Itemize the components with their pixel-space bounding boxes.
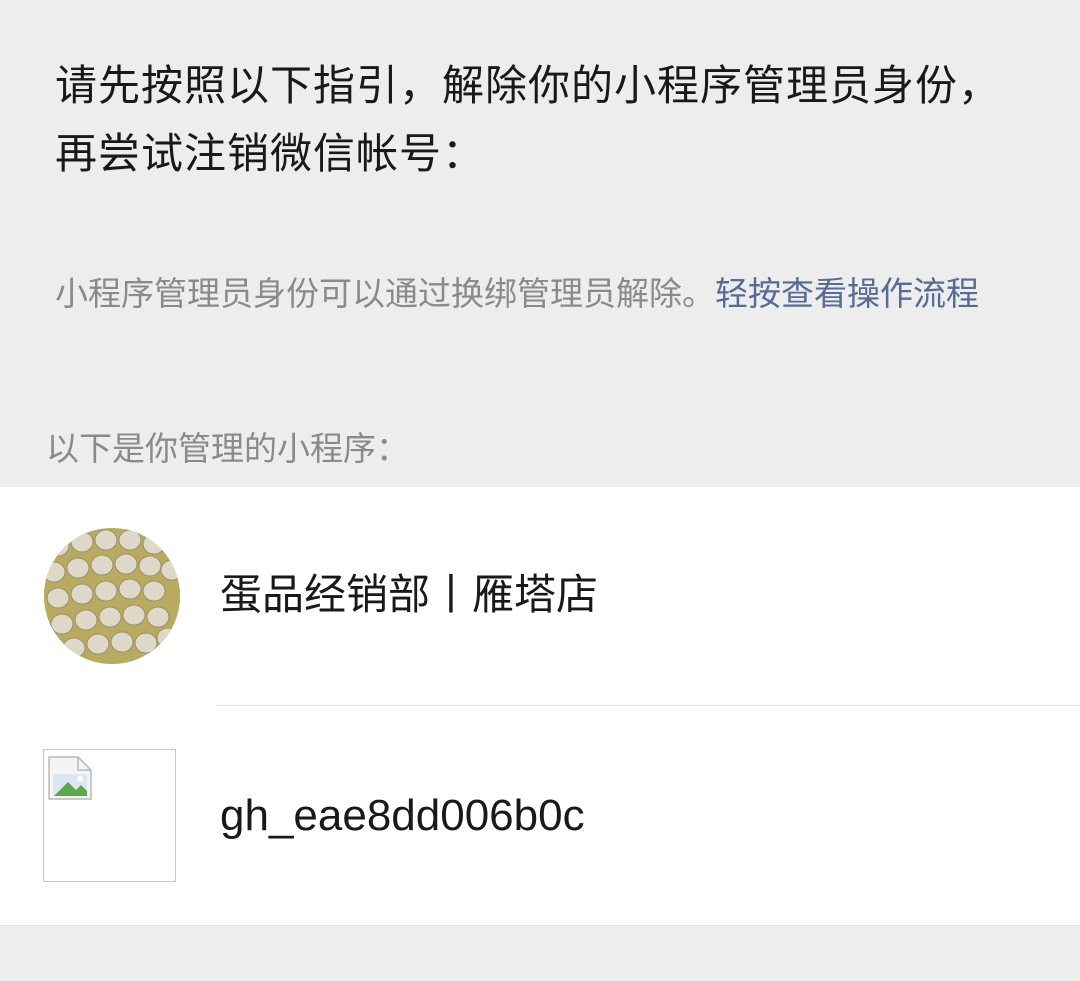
instruction-text: 请先按照以下指引，解除你的小程序管理员身份，再尝试注销微信帐号： bbox=[55, 61, 1002, 178]
mini-program-list: 蛋品经销部丨雁塔店 gh_eae8dd006b0c bbox=[0, 487, 1080, 925]
eggs-avatar-icon bbox=[44, 528, 180, 664]
list-item[interactable]: 蛋品经销部丨雁塔店 bbox=[0, 487, 1080, 706]
mini-program-name: 蛋品经销部丨雁塔店 bbox=[220, 570, 599, 619]
bottom-spacer bbox=[0, 925, 1080, 981]
mini-program-name: gh_eae8dd006b0c bbox=[220, 791, 585, 840]
avatar-placeholder bbox=[43, 749, 176, 882]
list-item[interactable]: gh_eae8dd006b0c bbox=[0, 706, 1080, 925]
hint-paragraph: 小程序管理员身份可以通过换绑管理员解除。轻按查看操作流程 bbox=[55, 266, 1025, 322]
hint-text: 小程序管理员身份可以通过换绑管理员解除。 bbox=[55, 274, 715, 313]
broken-image-icon bbox=[48, 756, 92, 804]
page: 请先按照以下指引，解除你的小程序管理员身份，再尝试注销微信帐号： 小程序管理员身… bbox=[0, 0, 1080, 981]
list-caption: 以下是你管理的小程序： bbox=[46, 429, 409, 468]
view-process-link[interactable]: 轻按查看操作流程 bbox=[715, 274, 979, 313]
